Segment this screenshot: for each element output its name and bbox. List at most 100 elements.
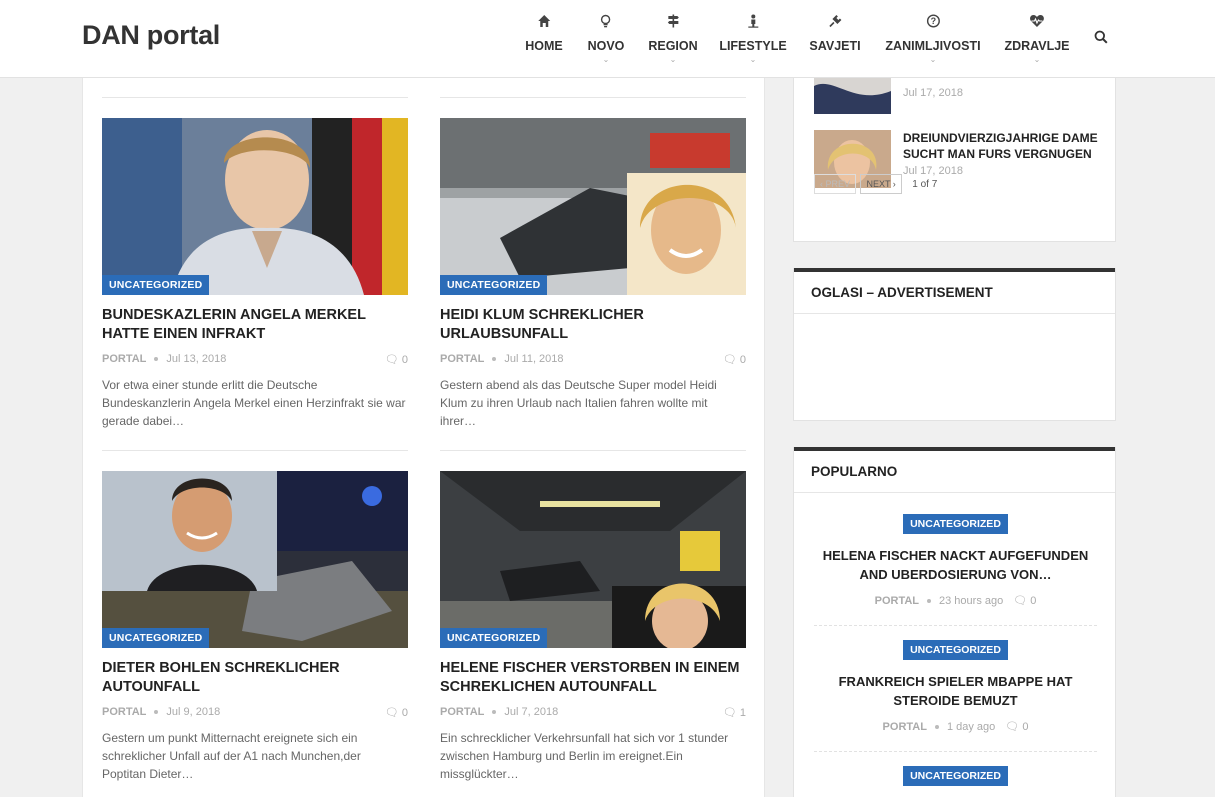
post-card: UNCATEGORIZED HELENE FISCHER VERSTORBEN … — [440, 471, 746, 783]
signpost-icon — [648, 14, 697, 34]
mini-post-date: Jul 17, 2018 — [903, 87, 963, 99]
prev-page-button[interactable]: ‹ PREV — [814, 174, 857, 194]
comment-count: 0 — [739, 354, 746, 366]
post-title[interactable]: DIETER BOHLEN SCHREKLICHER AUTOUNFALL — [102, 659, 408, 697]
category-badge[interactable]: UNCATEGORIZED — [440, 275, 548, 295]
comment-icon: 🗨 — [1013, 595, 1028, 607]
meta-dot — [492, 357, 497, 362]
post-time: 23 hours ago — [939, 595, 1004, 607]
post-excerpt: Gestern um punkt Mitternacht ereignete s… — [102, 731, 361, 781]
nav-item-savjeti[interactable]: SAVJETI — [809, 14, 861, 53]
post-title[interactable]: BUNDESKAZLERIN ANGELA MERKEL HATTE EINEN… — [102, 306, 408, 344]
comment-icon: 🗨 — [722, 354, 737, 366]
widget-title: OGLASI – ADVERTISEMENT — [794, 272, 1115, 314]
comments-link[interactable]: 🗨 1 — [723, 706, 746, 719]
nav-item-home[interactable]: HOME — [525, 14, 563, 53]
svg-text:?: ? — [930, 16, 936, 26]
post-thumbnail[interactable]: UNCATEGORIZED — [102, 471, 408, 648]
comment-count: 0 — [401, 354, 408, 366]
person-icon — [719, 14, 786, 34]
meta-dot — [154, 710, 159, 715]
post-meta: PORTAL Jul 11, 2018 🗨 0 — [440, 353, 746, 369]
divider — [102, 450, 408, 451]
post-thumbnail[interactable]: UNCATEGORIZED — [440, 471, 746, 648]
post-title[interactable]: HELENE FISCHER VERSTORBEN IN EINEM SCHRE… — [440, 659, 746, 697]
popular-item-title[interactable]: HELENA FISCHER NACKT AUFGEFUNDEN AND UBE… — [814, 546, 1097, 584]
pagination: ‹ PREV NEXT › 1 of 7 — [814, 174, 937, 194]
category-badge[interactable]: UNCATEGORIZED — [903, 514, 1008, 534]
home-icon — [525, 14, 563, 34]
comments-link[interactable]: 🗨 0 — [723, 353, 746, 366]
post-thumbnail[interactable]: UNCATEGORIZED — [102, 118, 408, 295]
comment-count: 0 — [401, 707, 408, 719]
mini-post-title[interactable]: DREIUNDVIERZIGJAHRIGE DAME SUCHT MAN FUR… — [903, 130, 1103, 162]
heartbeat-icon — [1004, 14, 1069, 34]
comment-icon: 🗨 — [1005, 721, 1020, 733]
divider — [814, 625, 1097, 626]
popular-widget: POPULARNO UNCATEGORIZED HELENA FISCHER N… — [793, 447, 1116, 797]
post-author[interactable]: PORTAL — [102, 706, 146, 718]
main-content: UNCATEGORIZED BUNDESKAZLERIN ANGELA MERK… — [82, 78, 765, 797]
post-date: Jul 9, 2018 — [166, 706, 221, 718]
plug-icon — [809, 14, 860, 34]
comment-count: 1 — [739, 707, 746, 719]
search-icon[interactable] — [1094, 30, 1110, 46]
divider — [102, 97, 408, 98]
comments-link[interactable]: 🗨 0 — [385, 353, 408, 366]
post-meta: PORTAL Jul 7, 2018 🗨 1 — [440, 706, 746, 722]
comments-link[interactable]: 🗨 0 — [1013, 595, 1036, 607]
nav-label: ZDRAVLJE — [1004, 39, 1070, 53]
comments-link[interactable]: 🗨 0 — [385, 706, 408, 719]
question-circle-icon: ? — [885, 14, 980, 34]
post-author[interactable]: PORTAL — [440, 706, 484, 718]
widget-title: POPULARNO — [794, 451, 1115, 493]
post-card: UNCATEGORIZED DIETER BOHLEN SCHREKLICHER… — [102, 471, 408, 783]
category-badge[interactable]: UNCATEGORIZED — [102, 628, 210, 648]
post-meta: PORTAL Jul 13, 2018 🗨 0 — [102, 353, 408, 369]
chevron-down-icon: ⌄ — [749, 55, 757, 64]
post-author[interactable]: PORTAL — [875, 595, 919, 607]
popular-item: UNCATEGORIZED FRANKREICH SPIELER MBAPPE … — [814, 640, 1097, 733]
post-card: UNCATEGORIZED HEIDI KLUM SCHREKLICHER UR… — [440, 118, 746, 430]
post-author[interactable]: PORTAL — [102, 353, 146, 365]
page-count: 1 of 7 — [912, 178, 938, 190]
divider — [814, 751, 1097, 752]
chevron-down-icon: ⌄ — [1033, 55, 1041, 64]
next-page-button[interactable]: NEXT › — [860, 174, 902, 194]
post-meta: PORTAL Jul 9, 2018 🗨 0 — [102, 706, 408, 722]
comment-icon: 🗨 — [722, 707, 737, 719]
post-excerpt: Gestern abend als das Deutsche Super mod… — [440, 378, 717, 428]
category-badge[interactable]: UNCATEGORIZED — [440, 628, 548, 648]
nav-item-novo[interactable]: NOVO ⌄ — [588, 14, 624, 64]
category-badge[interactable]: UNCATEGORIZED — [903, 766, 1008, 786]
nav-item-zanimljivosti[interactable]: ? ZANIMLJIVOSTI ⌄ — [885, 14, 981, 64]
comments-link[interactable]: 🗨 0 — [1005, 721, 1028, 733]
post-thumbnail[interactable]: UNCATEGORIZED — [440, 118, 746, 295]
comment-count: 0 — [1030, 595, 1037, 607]
meta-dot — [154, 357, 159, 362]
post-card: UNCATEGORIZED BUNDESKAZLERIN ANGELA MERK… — [102, 118, 408, 430]
meta-dot — [927, 599, 932, 604]
site-header: DAN portal HOME NOVO ⌄ REGION ⌄ LIFESTYL… — [0, 0, 1215, 78]
popular-item-meta: PORTAL 23 hours ago 🗨 0 — [814, 594, 1097, 607]
nav-label: SAVJETI — [809, 39, 861, 53]
nav-item-region[interactable]: REGION ⌄ — [648, 14, 698, 64]
post-author[interactable]: PORTAL — [440, 353, 484, 365]
nav-item-zdravlje[interactable]: ZDRAVLJE ⌄ — [1004, 14, 1070, 64]
post-title[interactable]: HEIDI KLUM SCHREKLICHER URLAUBSUNFALL — [440, 306, 746, 344]
post-date: Jul 11, 2018 — [504, 353, 564, 365]
nav-item-lifestyle[interactable]: LIFESTYLE ⌄ — [719, 14, 787, 64]
comment-count: 0 — [1022, 721, 1029, 733]
divider — [440, 97, 746, 98]
category-badge[interactable]: UNCATEGORIZED — [102, 275, 210, 295]
post-excerpt: Vor etwa einer stunde erlitt die Deutsch… — [102, 378, 406, 428]
category-badge[interactable]: UNCATEGORIZED — [903, 640, 1008, 660]
post-date: Jul 7, 2018 — [504, 706, 559, 718]
site-logo[interactable]: DAN portal — [82, 20, 220, 51]
chevron-down-icon: ⌄ — [669, 55, 677, 64]
popular-item-title[interactable]: FRANKREICH SPIELER MBAPPE HAT STEROIDE B… — [814, 672, 1097, 710]
recent-posts-widget: Jul 17, 2018 DREIUNDVIERZIGJAHRIGE DAME … — [793, 50, 1116, 242]
popular-item: UNCATEGORIZED HELENA FISCHER NACKT AUFGE… — [814, 514, 1097, 607]
chevron-down-icon: ⌄ — [602, 55, 610, 64]
post-author[interactable]: PORTAL — [883, 721, 927, 733]
